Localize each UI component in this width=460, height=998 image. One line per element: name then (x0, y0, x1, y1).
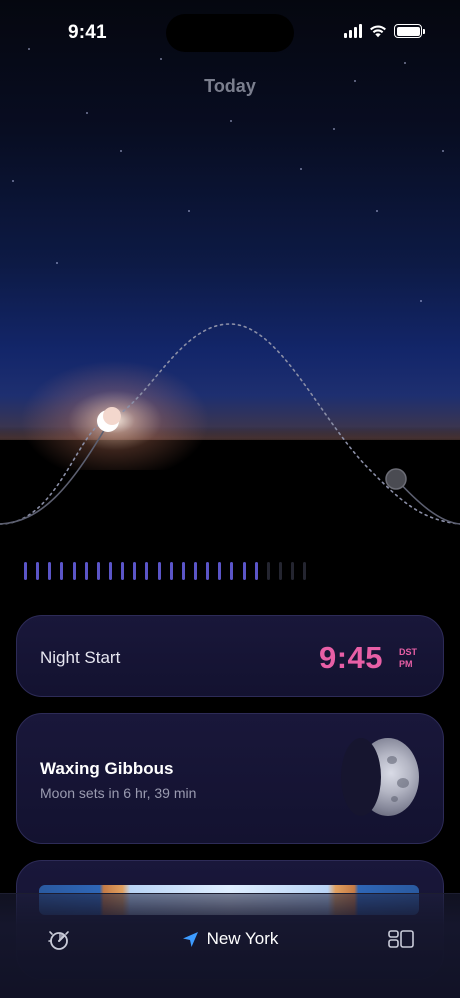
battery-icon (394, 24, 425, 38)
wifi-icon (370, 25, 386, 38)
status-time: 9:41 (68, 22, 107, 43)
moon-position-marker (97, 407, 121, 432)
status-icons (344, 24, 425, 38)
meridiem-label: PM (399, 659, 413, 669)
timeline-ticks (24, 562, 307, 580)
moon-path-arc (0, 323, 460, 525)
time-zone-label: DST (399, 647, 417, 657)
night-start-meta: DST PM (399, 646, 417, 670)
cellular-signal-icon (344, 24, 362, 38)
moon-phase-image (341, 738, 419, 816)
moon-phase-title: Waxing Gibbous (40, 759, 174, 778)
home-indicator (163, 985, 297, 990)
location-name: New York (206, 929, 279, 948)
dynamic-island (166, 14, 294, 52)
location-arrow-icon (182, 931, 198, 947)
layout-icon[interactable] (388, 929, 414, 949)
tab-bar: New York (0, 893, 460, 998)
moon-set-detail: Moon sets in 6 hr, 39 min (40, 785, 197, 801)
moon-phase-card[interactable]: Waxing Gibbous Moon sets in 6 hr, 39 min (16, 713, 444, 844)
sun-position-marker (385, 468, 407, 490)
night-start-time: 9:45 (318, 640, 383, 675)
night-start-label: Night Start (40, 648, 121, 667)
night-start-card[interactable]: Night Start 9:45 DST PM (16, 615, 444, 697)
page-title: Today (204, 76, 256, 96)
